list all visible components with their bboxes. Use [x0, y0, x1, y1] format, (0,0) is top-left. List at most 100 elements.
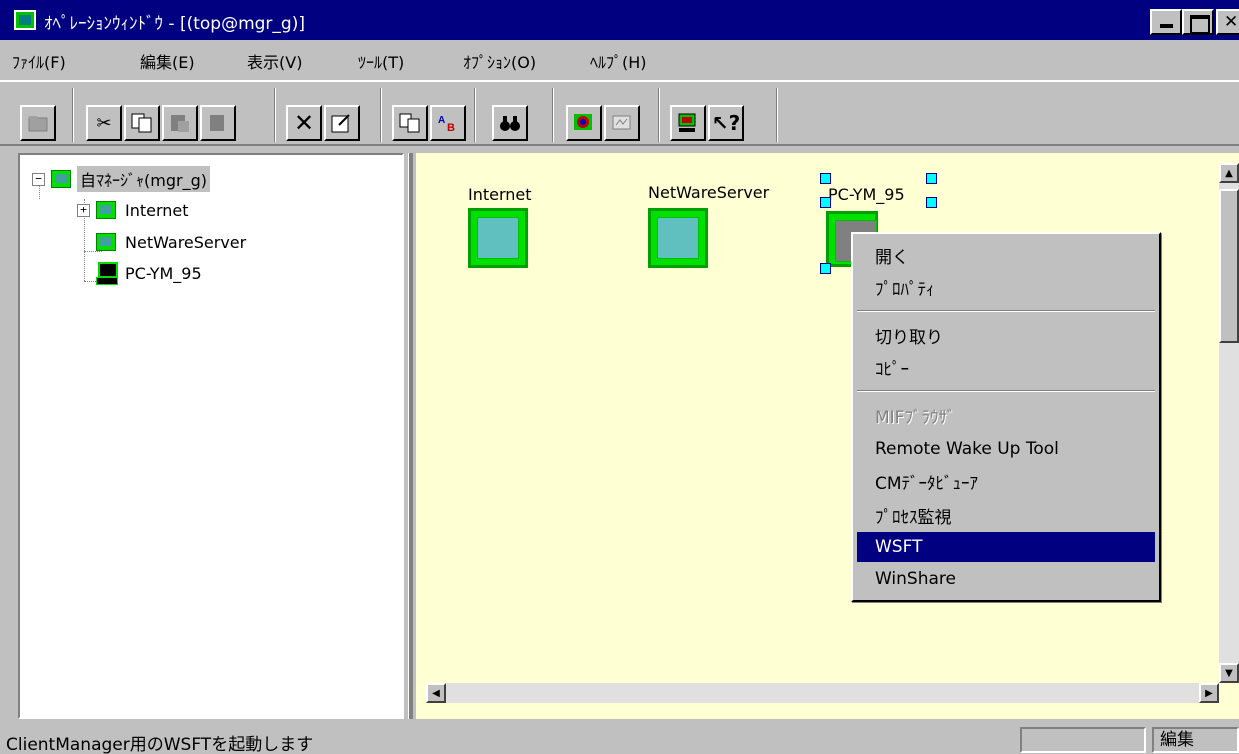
menu-tools[interactable]: ﾂｰﾙ(T) [358, 49, 404, 73]
toolbar-map-view-button[interactable] [566, 105, 602, 141]
selection-handle[interactable] [820, 263, 831, 274]
selection-handle[interactable] [820, 197, 831, 208]
copy-icon [131, 113, 152, 133]
selection-handle[interactable] [926, 173, 937, 184]
map-view-icon [574, 114, 592, 130]
tree-item-label: Internet [125, 200, 189, 220]
collapse-icon[interactable]: − [32, 172, 45, 186]
status-panel [1020, 727, 1146, 753]
folder-icon [28, 116, 48, 132]
arrow-left-icon: ◀ [432, 687, 440, 699]
toolbar-delete-button[interactable]: ✕ [286, 105, 322, 141]
tree-item-internet[interactable]: + Internet [77, 196, 192, 224]
find-replace-icon [399, 113, 420, 133]
network-map-icon [96, 233, 116, 251]
toolbar-paste-button[interactable] [162, 105, 198, 141]
toolbar-separator [776, 88, 778, 142]
map-object-label: NetWareServer [648, 183, 770, 202]
context-menu-remote-wake-up[interactable]: Remote Wake Up Tool [857, 434, 1155, 464]
world-map-icon [657, 217, 699, 259]
context-menu: 開く ﾌﾟﾛﾊﾟﾃｨ 切り取り ｺﾋﾟｰ MIFﾌﾞﾗｳｻﾞ Remote Wa… [851, 232, 1161, 602]
context-menu-mif-browser[interactable]: MIFﾌﾞﾗｳｻﾞ [857, 400, 1155, 430]
close-button[interactable] [1216, 9, 1239, 35]
maximize-button[interactable] [1182, 9, 1214, 35]
network-map-icon [96, 201, 116, 219]
scroll-up-button[interactable]: ▲ [1219, 163, 1239, 183]
arrow-down-icon: ▼ [1225, 667, 1233, 679]
context-menu-process-monitor[interactable]: ﾌﾟﾛｾｽ監視 [857, 500, 1155, 530]
toolbar-monitor-button[interactable] [604, 105, 640, 141]
context-menu-copy[interactable]: ｺﾋﾟｰ [857, 352, 1155, 382]
help-pointer-icon: ↖? [711, 111, 741, 135]
toolbar-properties-button[interactable] [324, 105, 360, 141]
monitor-icon [612, 115, 631, 130]
svg-text:B: B [447, 122, 455, 133]
menu-edit[interactable]: 編集(E) [140, 49, 195, 73]
toolbar-find-button[interactable] [492, 105, 528, 141]
map-object-netwareserver[interactable] [648, 208, 708, 268]
selection-handle[interactable] [820, 173, 831, 184]
tree-item-netwareserver[interactable]: NetWareServer [96, 228, 249, 256]
context-menu-winshare[interactable]: WinShare [857, 564, 1155, 594]
horizontal-scrollbar[interactable]: ◀ ▶ [426, 683, 1219, 703]
status-text: ClientManager用のWSFTを起動します [6, 735, 314, 754]
toolbar-separator [72, 88, 74, 142]
tree-item-root[interactable]: − 自ﾏﾈｰｼﾞｬ(mgr_g) [32, 165, 210, 193]
toolbar-paste-special-button[interactable] [200, 105, 236, 141]
arrow-right-icon: ▶ [1205, 687, 1213, 699]
menu-bar: ﾌｧｲﾙ(F) 編集(E) 表示(V) ﾂｰﾙ(T) ｵﾌﾟｼｮﾝ(O) ﾍﾙﾌ… [0, 40, 1239, 72]
vertical-scrollbar[interactable]: ▲ ▼ [1219, 163, 1239, 683]
minimize-button[interactable] [1150, 9, 1182, 35]
scroll-left-button[interactable]: ◀ [426, 683, 446, 703]
menu-help[interactable]: ﾍﾙﾌﾟ(H) [590, 49, 647, 73]
pane-splitter[interactable] [408, 153, 413, 719]
map-object-internet[interactable] [468, 208, 528, 268]
scroll-thumb[interactable] [1219, 189, 1239, 343]
title-bar[interactable]: ｵﾍﾟﾚｰｼｮﾝｳｨﾝﾄﾞｳ - [(top@mgr_g)] [0, 0, 1239, 40]
toolbar-copy-button[interactable] [124, 105, 160, 141]
tree-item-pc-ym-95[interactable]: PC-YM_95 [96, 259, 205, 287]
menu-separator [857, 310, 1155, 312]
toolbar-find-replace-button[interactable] [392, 105, 428, 141]
menu-view[interactable]: 表示(V) [247, 49, 302, 73]
app-icon[interactable] [14, 10, 36, 30]
paste-icon [171, 115, 189, 132]
expand-icon[interactable]: + [77, 203, 90, 217]
toolbar-separator [274, 88, 276, 142]
context-menu-properties[interactable]: ﾌﾟﾛﾊﾟﾃｨ [857, 272, 1155, 302]
toolbar-rename-button[interactable]: AB [430, 105, 466, 141]
toolbar-folder-button[interactable] [20, 105, 56, 141]
toolbar-separator [474, 88, 476, 142]
toolbar-separator [658, 88, 660, 142]
context-menu-cut[interactable]: 切り取り [857, 320, 1155, 350]
toolbar-separator [552, 88, 554, 142]
binoculars-icon [500, 116, 520, 131]
world-map-icon [477, 217, 519, 259]
network-icon [678, 113, 696, 132]
svg-text:A: A [438, 115, 445, 126]
toolbar-cut-button[interactable]: ✂ [86, 105, 122, 141]
cut-icon: ✂ [96, 112, 112, 134]
computer-icon [96, 262, 118, 285]
scroll-down-button[interactable]: ▼ [1219, 663, 1239, 683]
context-menu-wsft[interactable]: WSFT [857, 532, 1155, 562]
tree-item-label: 自ﾏﾈｰｼﾞｬ(mgr_g) [77, 166, 210, 192]
map-object-label: PC-YM_95 [828, 185, 905, 204]
tree-item-label: PC-YM_95 [125, 263, 202, 283]
menu-file[interactable]: ﾌｧｲﾙ(F) [12, 49, 66, 73]
scroll-right-button[interactable]: ▶ [1199, 683, 1219, 703]
tree-view[interactable]: − 自ﾏﾈｰｼﾞｬ(mgr_g) + Internet NetWareServe… [18, 153, 404, 719]
menu-separator [857, 390, 1155, 392]
map-object-label: Internet [468, 185, 532, 204]
delete-icon: ✕ [293, 109, 315, 137]
selection-handle[interactable] [926, 197, 937, 208]
menu-options[interactable]: ｵﾌﾟｼｮﾝ(O) [463, 49, 536, 73]
status-mode: 編集 [1152, 727, 1239, 753]
properties-icon [331, 114, 350, 133]
paste-special-icon [210, 115, 224, 131]
context-menu-cm-data-viewer[interactable]: CMﾃﾞｰﾀﾋﾞｭｰｱ [857, 466, 1155, 496]
context-menu-open[interactable]: 開く [857, 240, 1155, 270]
toolbar-help-button[interactable]: ↖? [708, 105, 744, 141]
toolbar-network-button[interactable] [670, 105, 706, 141]
window-title: ｵﾍﾟﾚｰｼｮﾝｳｨﾝﾄﾞｳ - [(top@mgr_g)] [44, 14, 305, 34]
